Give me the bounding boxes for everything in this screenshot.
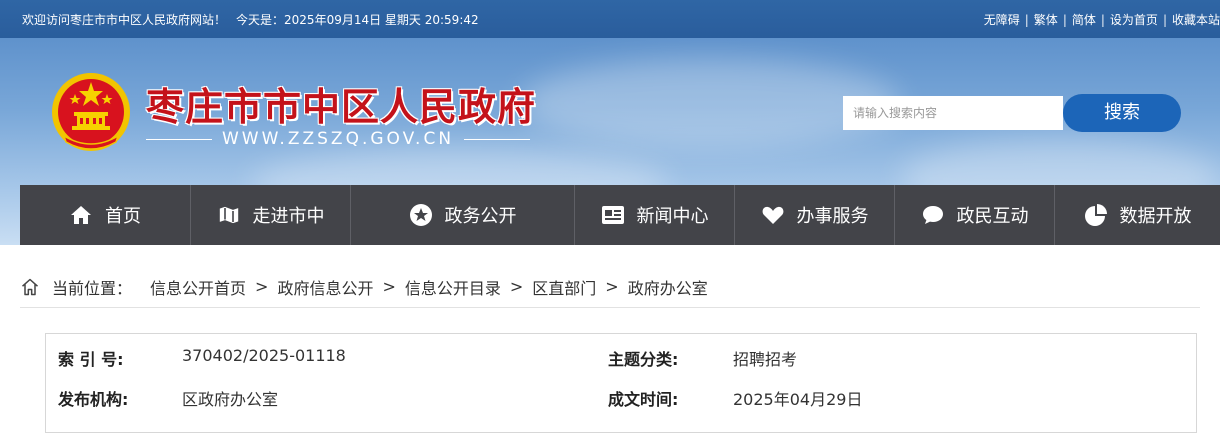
heart-hand-icon bbox=[762, 206, 783, 224]
set-homepage-link[interactable]: 设为首页 bbox=[1110, 13, 1158, 27]
main-nav: 首页 走进市中 政务公开 新闻中心 办事服务 政民互动 数据开放 bbox=[20, 185, 1220, 245]
map-icon bbox=[217, 205, 240, 225]
welcome-message: 欢迎访问枣庄市市中区人民政府网站！ bbox=[22, 13, 227, 27]
simplified-chinese-link[interactable]: 简体 bbox=[1072, 13, 1096, 27]
top-links: 无障碍 | 繁体 | 简体 | 设为首页 | 收藏本站 bbox=[984, 11, 1220, 28]
nav-item-home[interactable]: 首页 bbox=[20, 185, 191, 245]
topic-category-value: 招聘招考 bbox=[733, 350, 798, 369]
breadcrumb-link[interactable]: 信息公开首页 bbox=[150, 275, 246, 299]
nav-label: 首页 bbox=[105, 206, 141, 227]
news-card-icon bbox=[601, 206, 624, 224]
nav-label: 政民互动 bbox=[956, 206, 1029, 227]
index-number-value: 370402/2025-01118 bbox=[182, 346, 346, 365]
site-domain: WWW.ZZSZQ.GOV.CN bbox=[146, 128, 530, 150]
nav-item-open-data[interactable]: 数据开放 bbox=[1055, 185, 1220, 245]
breadcrumb-link[interactable]: 政府信息公开 bbox=[277, 275, 373, 299]
home-outline-icon bbox=[22, 278, 38, 295]
bookmark-link[interactable]: 收藏本站 bbox=[1172, 13, 1220, 27]
domain-line-left bbox=[146, 139, 212, 140]
nav-item-news[interactable]: 新闻中心 bbox=[575, 185, 735, 245]
accessibility-link[interactable]: 无障碍 bbox=[984, 13, 1020, 27]
divider: | bbox=[1062, 13, 1067, 27]
creation-date-label: 成文时间: bbox=[608, 390, 679, 409]
home-icon bbox=[71, 206, 91, 224]
traditional-chinese-link[interactable]: 繁体 bbox=[1034, 13, 1058, 27]
breadcrumb-link[interactable]: 政府办公室 bbox=[628, 275, 708, 299]
creation-date-value: 2025年04月29日 bbox=[733, 390, 863, 409]
nav-item-about[interactable]: 走进市中 bbox=[191, 185, 351, 245]
star-badge-icon bbox=[409, 204, 432, 226]
topic-category-label: 主题分类: bbox=[608, 350, 679, 369]
breadcrumb-link[interactable]: 信息公开目录 bbox=[405, 275, 501, 299]
divider: | bbox=[1162, 13, 1167, 27]
current-datetime: 2025年09月14日 星期天 20:59:42 bbox=[284, 13, 479, 27]
divider: | bbox=[1100, 13, 1105, 27]
publisher-value: 区政府办公室 bbox=[182, 390, 279, 409]
nav-label: 新闻中心 bbox=[636, 206, 709, 227]
national-emblem-icon[interactable] bbox=[50, 70, 132, 156]
index-number-label: 索 引 号: bbox=[58, 350, 124, 369]
today-label: 今天是： bbox=[236, 13, 285, 27]
nav-label: 政务公开 bbox=[444, 206, 517, 227]
publisher-label: 发布机构: bbox=[58, 390, 129, 409]
nav-item-services[interactable]: 办事服务 bbox=[735, 185, 895, 245]
nav-item-government-affairs[interactable]: 政务公开 bbox=[351, 185, 575, 245]
nav-label: 办事服务 bbox=[796, 206, 869, 227]
search-button[interactable]: 搜索 bbox=[1063, 94, 1181, 132]
chat-bubble-icon bbox=[922, 206, 943, 224]
nav-label: 数据开放 bbox=[1119, 206, 1192, 227]
nav-item-interaction[interactable]: 政民互动 bbox=[895, 185, 1055, 245]
pie-chart-icon bbox=[1084, 204, 1107, 226]
breadcrumb: 当前位置： 信息公开首页 > 政府信息公开 > 信息公开目录 > 区直部门 > … bbox=[20, 276, 1200, 308]
domain-text: WWW.ZZSZQ.GOV.CN bbox=[221, 129, 455, 149]
breadcrumb-separator: > bbox=[509, 277, 524, 296]
domain-line-right bbox=[464, 139, 530, 140]
breadcrumb-separator: > bbox=[605, 277, 619, 296]
info-row: 发布机构: 区政府办公室 成文时间: 2025年04月29日 bbox=[46, 386, 1196, 426]
breadcrumb-link[interactable]: 区直部门 bbox=[532, 275, 596, 299]
divider: | bbox=[1024, 13, 1029, 27]
welcome-text: 欢迎访问枣庄市市中区人民政府网站！ 今天是：2025年09月14日 星期天 20:… bbox=[22, 11, 489, 28]
top-bar: 欢迎访问枣庄市市中区人民政府网站！ 今天是：2025年09月14日 星期天 20:… bbox=[0, 0, 1220, 38]
nav-label: 走进市中 bbox=[252, 206, 325, 227]
search-input[interactable] bbox=[843, 96, 1063, 130]
info-row: 索 引 号: 370402/2025-01118 主题分类: 招聘招考 bbox=[46, 346, 1196, 386]
breadcrumb-separator: > bbox=[255, 277, 269, 296]
breadcrumb-label: 当前位置： bbox=[52, 278, 133, 298]
site-title[interactable]: 枣庄市市中区人民政府 bbox=[146, 76, 536, 131]
breadcrumb-separator: > bbox=[382, 277, 396, 296]
document-info-table: 索 引 号: 370402/2025-01118 主题分类: 招聘招考 发布机构… bbox=[45, 333, 1197, 433]
